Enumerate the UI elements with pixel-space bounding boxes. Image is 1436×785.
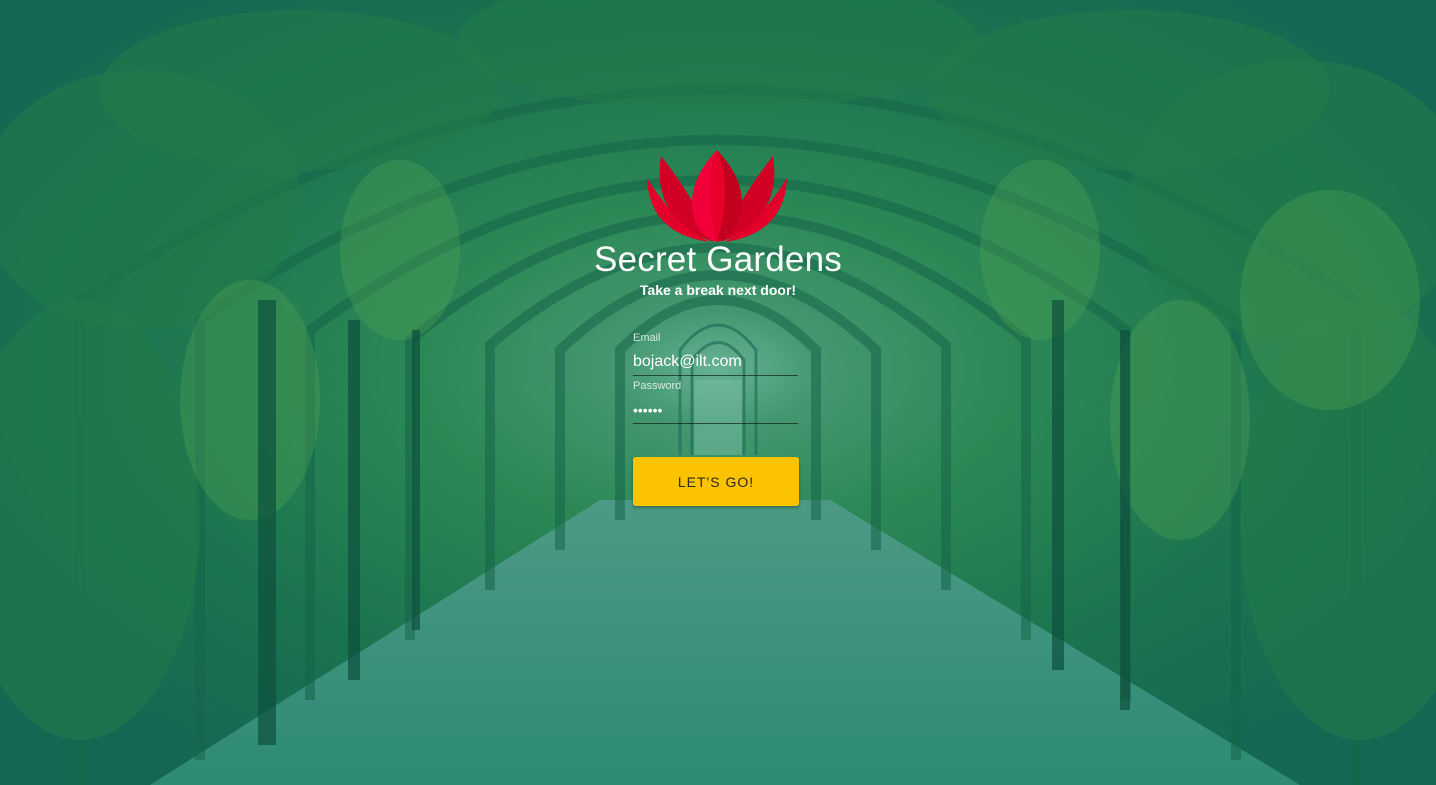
- app-tagline: Take a break next door!: [639, 282, 797, 298]
- password-input[interactable]: [633, 396, 798, 424]
- password-label: Password: [633, 380, 682, 392]
- login-screen: Secret Gardens Take a break next door! E…: [0, 0, 1436, 785]
- app-title: Secret Gardens: [594, 240, 842, 279]
- email-input[interactable]: [633, 348, 798, 376]
- email-field: Email: [633, 331, 798, 379]
- lotus-logo-icon: [647, 150, 787, 242]
- submit-button[interactable]: LET'S GO!: [633, 457, 799, 506]
- login-panel: Secret Gardens Take a break next door! E…: [0, 0, 1436, 785]
- password-field: Password: [633, 379, 798, 427]
- email-label: Email: [633, 332, 661, 344]
